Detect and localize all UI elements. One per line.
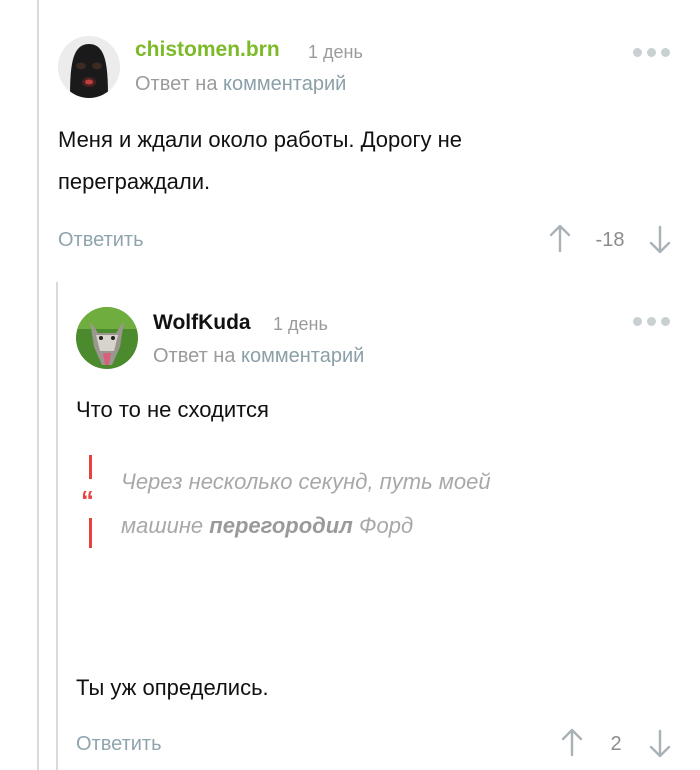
reply-to-link[interactable]: комментарий — [223, 73, 346, 95]
thread-line-inner — [56, 282, 58, 770]
more-options-icon[interactable] — [633, 48, 670, 57]
quote-line: машине перегородил Форд — [121, 504, 491, 548]
quote-text-bold: перегородил — [209, 513, 353, 538]
quote-text-segment: машине — [121, 513, 204, 538]
downvote-icon[interactable] — [649, 729, 671, 759]
quote-text-segment: Форд — [359, 513, 414, 538]
comment-text-line: переграждали. — [58, 169, 211, 194]
quote-bar-top — [89, 455, 92, 479]
reply-to-prefix: Ответ на — [135, 73, 218, 95]
comment-text: Что то не сходится — [76, 397, 269, 422]
reply-to: Ответ на комментарий — [135, 73, 346, 96]
avatar[interactable] — [58, 36, 120, 98]
rating: 2 — [610, 733, 622, 755]
comment-text-line: Меня и ждали около работы. Дорогу не — [58, 127, 463, 152]
avatar-wolf-image — [76, 307, 138, 369]
avatar[interactable] — [76, 307, 138, 369]
reply-button[interactable]: Ответить — [76, 733, 162, 756]
more-options-icon[interactable] — [633, 317, 670, 326]
upvote-icon[interactable] — [549, 223, 571, 253]
upvote-icon[interactable] — [561, 727, 583, 757]
reply-to-prefix: Ответ на — [153, 345, 236, 367]
comment-text: Ты уж определись. — [76, 675, 269, 700]
thread-line-outer — [37, 0, 39, 770]
avatar-balaclava-image — [58, 36, 120, 98]
comment-time: 1 день — [308, 42, 363, 62]
quote-line: Через несколько секунд, путь моей — [121, 469, 491, 494]
reply-to-link[interactable]: комментарий — [241, 345, 364, 367]
quote-icon: “ — [81, 485, 94, 515]
quote-text: Через несколько секунд, путь моей машине… — [121, 460, 491, 548]
quote-bar-bottom — [89, 518, 92, 548]
rating: -18 — [595, 229, 625, 251]
comment-text: Меня и ждали около работы. Дорогу не пер… — [58, 119, 462, 203]
reply-to: Ответ на комментарий — [153, 345, 364, 368]
username[interactable]: WolfKuda — [153, 311, 251, 335]
comment-time: 1 день — [273, 314, 328, 334]
username[interactable]: chistomen.brn — [135, 38, 280, 62]
reply-button[interactable]: Ответить — [58, 229, 144, 252]
downvote-icon[interactable] — [649, 225, 671, 255]
